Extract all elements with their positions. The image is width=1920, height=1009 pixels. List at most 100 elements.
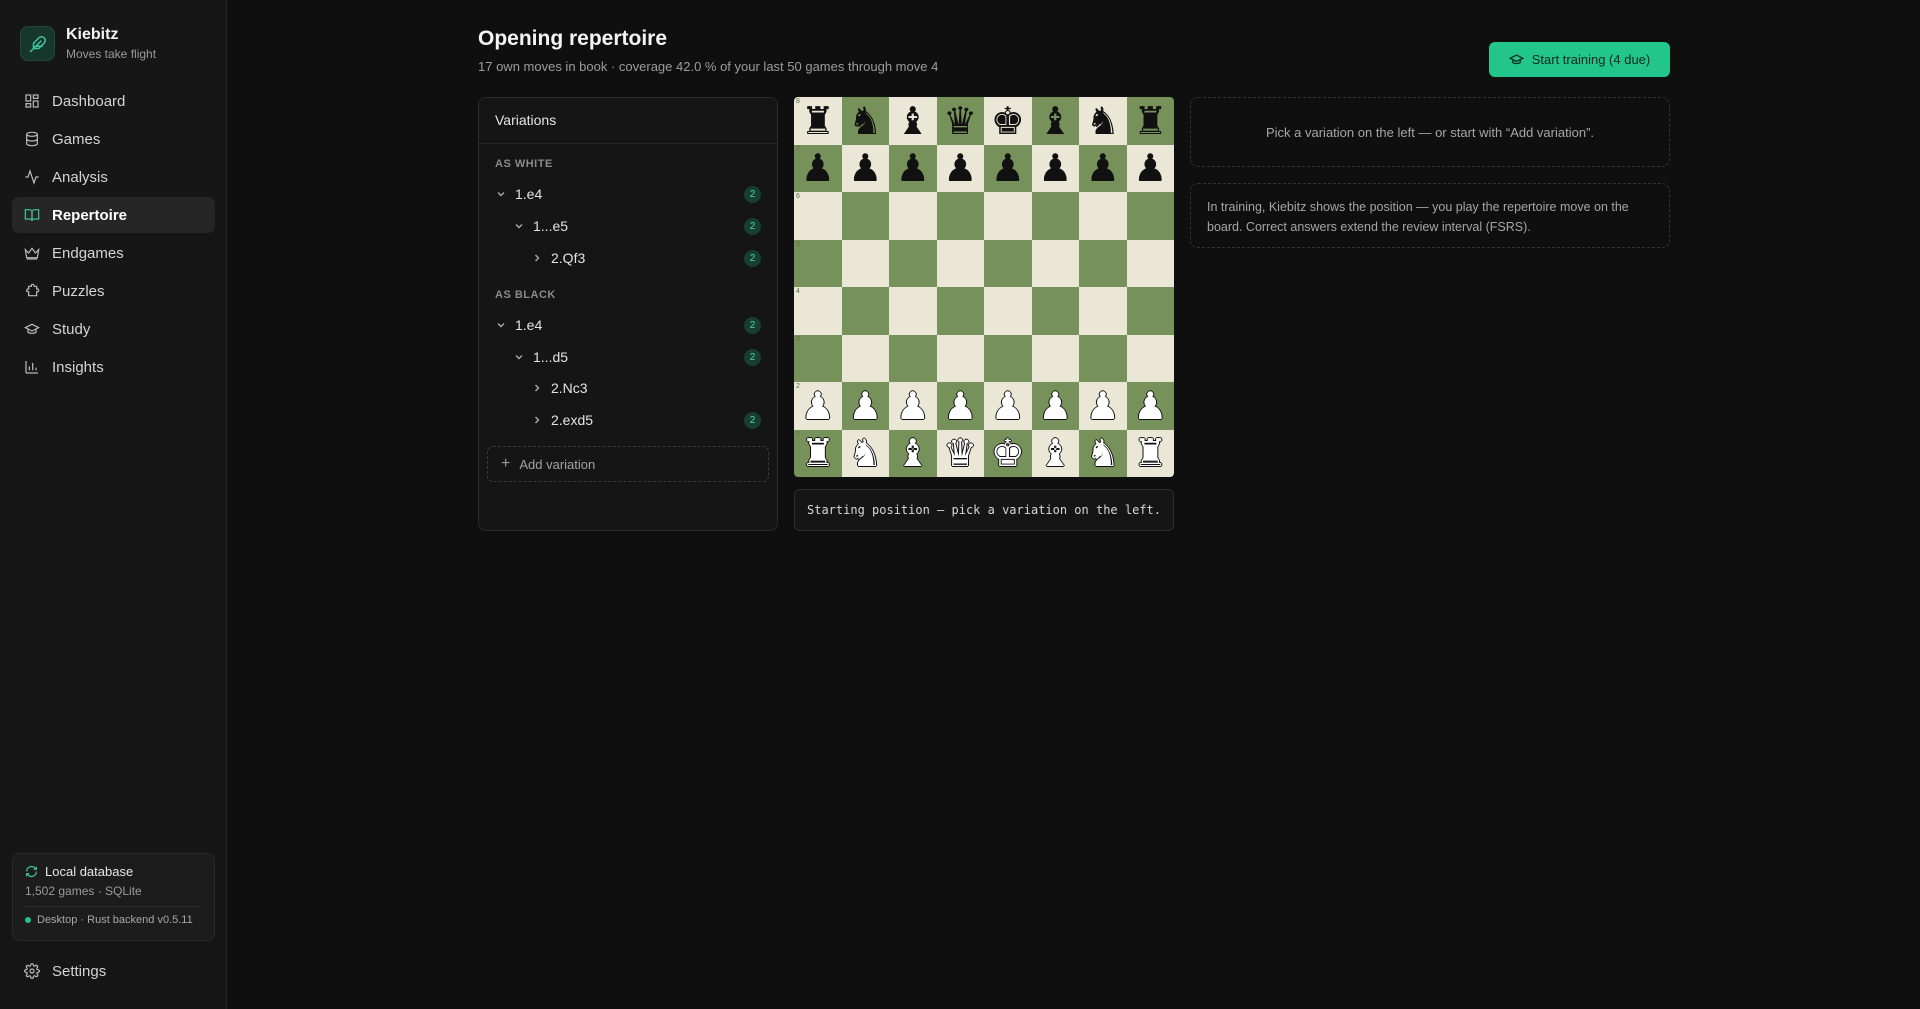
board-square[interactable]: [1031, 192, 1079, 240]
nav-item-endgames[interactable]: Endgames: [12, 235, 215, 271]
board-square[interactable]: [984, 287, 1032, 335]
board-square[interactable]: [1079, 287, 1127, 335]
board-square[interactable]: [936, 287, 984, 335]
black-bishop-icon[interactable]: ♝: [889, 97, 937, 145]
black-pawn-icon[interactable]: ♟: [1079, 145, 1127, 193]
board-square[interactable]: [794, 239, 842, 287]
nav-item-settings[interactable]: Settings: [12, 953, 215, 989]
black-king-icon[interactable]: ♚: [984, 97, 1032, 145]
add-variation-button[interactable]: + Add variation: [487, 446, 769, 482]
white-queen-icon[interactable]: ♛: [937, 430, 985, 478]
board-square[interactable]: [841, 334, 889, 382]
as-black-label: AS BLACK: [495, 289, 556, 301]
white-pawn-icon[interactable]: ♟: [984, 382, 1032, 430]
graduation-cap-icon: [24, 323, 40, 334]
board-square[interactable]: [984, 334, 1032, 382]
brand[interactable]: Kiebitz Moves take flight: [20, 26, 156, 61]
board-square[interactable]: [889, 334, 937, 382]
nav-item-games[interactable]: Games: [12, 121, 215, 157]
white-pawn-icon[interactable]: ♟: [1032, 382, 1080, 430]
nav-item-study[interactable]: Study: [12, 311, 215, 347]
as-white-label: AS WHITE: [495, 158, 553, 170]
black-pawn-icon[interactable]: ♟: [984, 145, 1032, 193]
white-king-icon[interactable]: ♚: [984, 430, 1032, 478]
board-square[interactable]: [984, 192, 1032, 240]
black-rook-icon[interactable]: ♜: [1127, 97, 1175, 145]
board-square[interactable]: [1031, 334, 1079, 382]
white-pawn-icon[interactable]: ♟: [889, 382, 937, 430]
board-square[interactable]: [1126, 239, 1174, 287]
board-square[interactable]: [889, 287, 937, 335]
board-square[interactable]: [889, 239, 937, 287]
gear-icon: [24, 963, 40, 979]
white-pawn-icon[interactable]: ♟: [1127, 382, 1175, 430]
board-square[interactable]: [841, 287, 889, 335]
board-square[interactable]: [794, 192, 842, 240]
nav-item-insights[interactable]: Insights: [12, 349, 215, 385]
variation-node[interactable]: 1...e5 2: [479, 213, 777, 239]
variation-node[interactable]: 2.Qf3 2: [479, 245, 777, 271]
board-square[interactable]: [1126, 287, 1174, 335]
board-square[interactable]: [841, 239, 889, 287]
black-pawn-icon[interactable]: ♟: [794, 145, 842, 193]
board-square[interactable]: [1031, 239, 1079, 287]
black-knight-icon[interactable]: ♞: [842, 97, 890, 145]
variation-node[interactable]: 2.exd5 2: [479, 407, 777, 433]
white-rook-icon[interactable]: ♜: [1127, 430, 1175, 478]
black-pawn-icon[interactable]: ♟: [842, 145, 890, 193]
nav-item-dashboard[interactable]: Dashboard: [12, 83, 215, 119]
white-bishop-icon[interactable]: ♝: [889, 430, 937, 478]
page-title: Opening repertoire: [478, 27, 668, 50]
feather-logo-icon: [20, 26, 55, 61]
white-pawn-icon[interactable]: ♟: [937, 382, 985, 430]
white-pawn-icon[interactable]: ♟: [1079, 382, 1127, 430]
start-training-button[interactable]: Start training (4 due): [1489, 42, 1670, 77]
board-square[interactable]: [794, 334, 842, 382]
variation-node[interactable]: 1.e4 2: [479, 312, 777, 338]
board-square[interactable]: [841, 192, 889, 240]
black-rook-icon[interactable]: ♜: [794, 97, 842, 145]
dashboard-icon: [25, 94, 39, 108]
board-square[interactable]: [1079, 239, 1127, 287]
crown-icon: [24, 247, 40, 260]
nav-item-analysis[interactable]: Analysis: [12, 159, 215, 195]
chess-board[interactable]: 8 7 6 5 4 3 2 1 ♜ ♞ ♝ ♛ ♚ ♝ ♞ ♜ ♟ ♟ ♟ ♟ ♟ ♟ ♟ ♟ ♟ ♟ ♟ ♟ ♟ ♟ ♟ ♟ ♜ ♞ ♝ ♛ ♚ ♝ ♞ ♜: [794, 97, 1174, 477]
black-pawn-icon[interactable]: ♟: [889, 145, 937, 193]
nav-item-repertoire[interactable]: Repertoire: [12, 197, 215, 233]
variation-move: 2.Qf3: [551, 250, 586, 266]
board-square[interactable]: [936, 334, 984, 382]
board-square[interactable]: [1031, 287, 1079, 335]
board-square[interactable]: [794, 287, 842, 335]
white-pawn-icon[interactable]: ♟: [842, 382, 890, 430]
black-bishop-icon[interactable]: ♝: [1032, 97, 1080, 145]
variation-node[interactable]: 2.Nc3: [479, 375, 777, 401]
variation-node[interactable]: 1.e4 2: [479, 181, 777, 207]
board-square[interactable]: [1126, 334, 1174, 382]
white-bishop-icon[interactable]: ♝: [1032, 430, 1080, 478]
black-pawn-icon[interactable]: ♟: [1127, 145, 1175, 193]
board-square[interactable]: [1126, 192, 1174, 240]
nav-item-puzzles[interactable]: Puzzles: [12, 273, 215, 309]
graduation-cap-icon: [1508, 54, 1524, 65]
nav-label: Repertoire: [52, 206, 128, 224]
white-knight-icon[interactable]: ♞: [842, 430, 890, 478]
board-square[interactable]: [984, 239, 1032, 287]
black-pawn-icon[interactable]: ♟: [1032, 145, 1080, 193]
variations-title: Variations: [479, 98, 777, 144]
board-square[interactable]: [889, 192, 937, 240]
black-knight-icon[interactable]: ♞: [1079, 97, 1127, 145]
chevron-right-icon: [535, 384, 540, 392]
white-knight-icon[interactable]: ♞: [1079, 430, 1127, 478]
board-square[interactable]: [1079, 192, 1127, 240]
black-queen-icon[interactable]: ♛: [937, 97, 985, 145]
white-pawn-icon[interactable]: ♟: [794, 382, 842, 430]
board-square[interactable]: [936, 239, 984, 287]
brand-name: Kiebitz: [66, 26, 119, 43]
board-square[interactable]: [936, 192, 984, 240]
nav-label: Insights: [52, 358, 104, 376]
board-square[interactable]: [1079, 334, 1127, 382]
black-pawn-icon[interactable]: ♟: [937, 145, 985, 193]
move-count-badge: 2: [744, 249, 761, 267]
variation-node[interactable]: 1...d5 2: [479, 344, 777, 370]
white-rook-icon[interactable]: ♜: [794, 430, 842, 478]
